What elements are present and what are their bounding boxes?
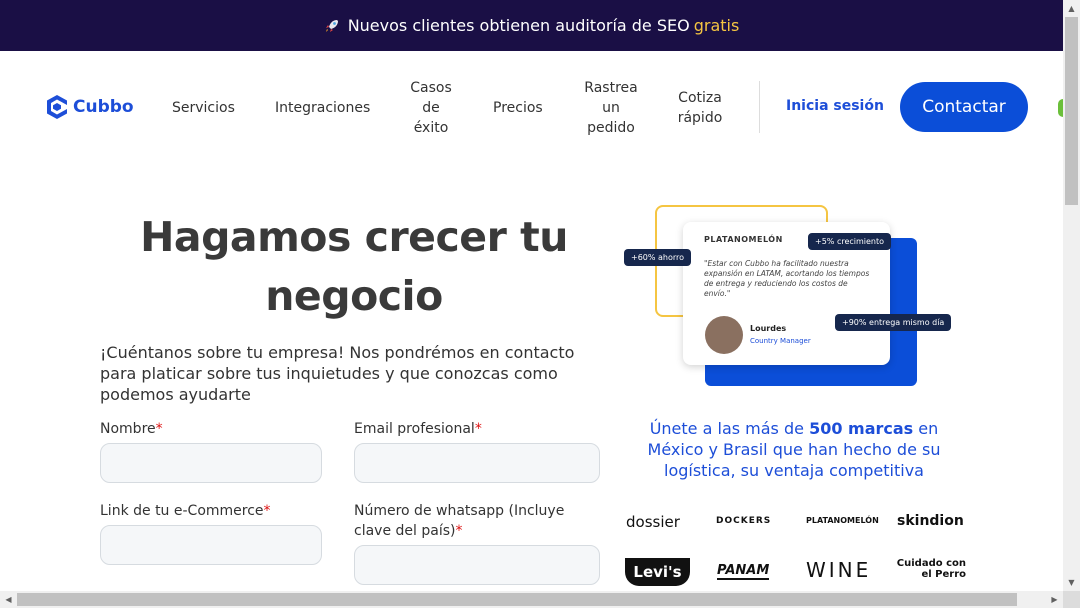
whatsapp-label: Número de whatsapp (Incluye clave del pa… <box>354 501 604 541</box>
email-label-text: Email profesional <box>354 421 475 437</box>
join-prefix: Únete a las más de <box>649 419 810 438</box>
required-mark: * <box>155 421 163 437</box>
nav-divider <box>759 81 760 133</box>
join-bold: 500 marcas <box>809 419 914 438</box>
nav-casos-de-exito[interactable]: Casos de éxito <box>405 78 457 138</box>
scroll-up-icon[interactable]: ▲ <box>1063 0 1080 17</box>
scroll-right-icon[interactable]: ▶ <box>1046 591 1063 608</box>
cubbo-logo[interactable]: Cubbo <box>45 94 134 120</box>
contact-button[interactable]: Contactar <box>900 82 1028 132</box>
brand-logo-wine: WINE <box>806 558 872 582</box>
hero-title: Hagamos crecer tu negocio <box>140 213 568 320</box>
hero-subtitle: ¡Cuéntanos sobre tu empresa! Nos pondrém… <box>100 343 575 404</box>
page-viewport: Nuevos clientes obtienen auditoría de SE… <box>0 0 1063 591</box>
brand-logo-dossier: dossier <box>626 513 680 531</box>
pill-savings: +60% ahorro <box>624 249 692 266</box>
horizontal-scrollbar[interactable]: ◀ ▶ <box>0 591 1063 608</box>
brand-logo-dockers: DOCKERS <box>716 516 772 526</box>
rocket-icon <box>325 19 338 32</box>
nav-cotiza-rapido[interactable]: Cotiza rápido <box>676 88 724 128</box>
required-mark: * <box>474 421 482 437</box>
vertical-scroll-thumb[interactable] <box>1065 17 1078 205</box>
cube-logo-icon <box>47 95 67 119</box>
banner-text: Nuevos clientes obtienen auditoría de SE… <box>347 16 690 35</box>
ecommerce-label: Link de tu e-Commerce* <box>100 501 271 521</box>
nav-servicios[interactable]: Servicios <box>172 98 235 118</box>
email-input[interactable] <box>354 443 600 483</box>
brand-logo-cuidado-con-el-perro: Cuidado con el Perro <box>896 558 966 580</box>
required-mark: * <box>455 523 463 539</box>
scroll-down-icon[interactable]: ▼ <box>1063 574 1080 591</box>
whatsapp-input[interactable] <box>354 545 600 585</box>
required-mark: * <box>263 503 271 519</box>
nav-rastrea-pedido[interactable]: Rastrea un pedido <box>583 78 639 138</box>
login-link[interactable]: Inicia sesión <box>786 98 884 114</box>
brand-logo-platanomelon: PLATANOMELÓN <box>806 516 879 525</box>
main-nav: Cubbo Servicios Integraciones Casos de é… <box>0 51 1063 164</box>
scroll-left-icon[interactable]: ◀ <box>0 591 17 608</box>
scrollbar-corner <box>1063 591 1080 608</box>
vertical-scrollbar[interactable]: ▲ ▼ <box>1063 0 1080 591</box>
testimonial-name: Lourdes <box>750 324 787 333</box>
nav-precios[interactable]: Precios <box>493 98 543 118</box>
name-label: Nombre* <box>100 419 163 439</box>
join-brands-text: Únete a las más de 500 marcas en México … <box>624 418 964 481</box>
logo-text: Cubbo <box>73 97 134 117</box>
name-label-text: Nombre <box>100 421 156 437</box>
brand-logo-skindion: skindion <box>897 513 964 529</box>
ecommerce-label-text: Link de tu e-Commerce <box>100 503 264 519</box>
name-input[interactable] <box>100 443 322 483</box>
pill-delivery: +90% entrega mismo día <box>835 314 952 331</box>
brand-logo-levis: Levi's <box>625 558 690 586</box>
promo-banner[interactable]: Nuevos clientes obtienen auditoría de SE… <box>0 0 1063 51</box>
testimonial-quote: "Estar con Cubbo ha facilitado nuestra e… <box>704 259 870 298</box>
testimonial-role: Country Manager <box>750 337 811 345</box>
banner-highlight: gratis <box>693 16 740 35</box>
testimonial-avatar <box>705 316 743 354</box>
ecommerce-input[interactable] <box>100 525 322 565</box>
horizontal-scroll-thumb[interactable] <box>17 593 1017 606</box>
testimonial-brand: PLATANOMELÓN <box>704 235 783 244</box>
pill-growth: +5% crecimiento <box>808 233 892 250</box>
brand-logo-panam: PANAM <box>717 563 770 580</box>
nav-integraciones[interactable]: Integraciones <box>275 98 370 118</box>
email-label: Email profesional* <box>354 419 482 439</box>
